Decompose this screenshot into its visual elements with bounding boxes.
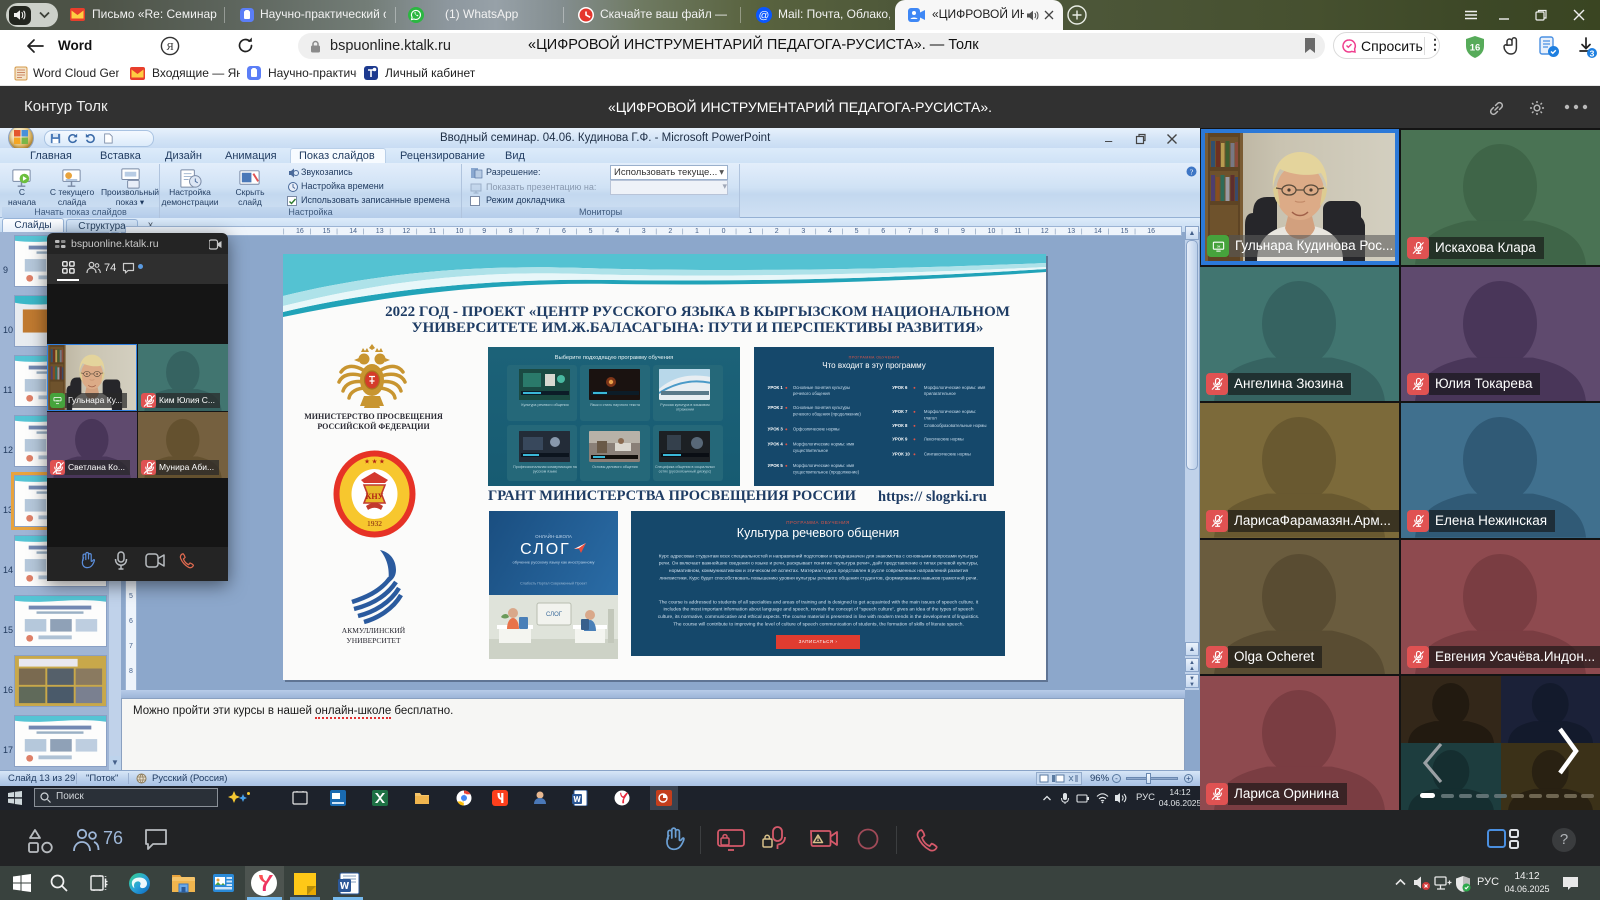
- svg-text:3: 3: [1590, 48, 1595, 58]
- svg-text:КНУ: КНУ: [366, 492, 384, 501]
- svg-text:СЛОГ: СЛОГ: [546, 612, 563, 618]
- svg-text:16: 16: [1470, 43, 1481, 54]
- svg-text:Я: Я: [166, 41, 174, 53]
- svg-text:эк: эк: [1216, 244, 1220, 248]
- svg-text:@: @: [759, 10, 770, 22]
- svg-text:1932: 1932: [367, 519, 382, 528]
- svg-text:★ ★ ★: ★ ★ ★: [364, 458, 385, 466]
